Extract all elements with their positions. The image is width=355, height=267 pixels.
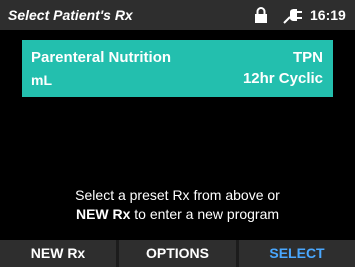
- screen-title: Select Patient's Rx: [8, 7, 133, 23]
- instruction-line-2: NEW Rx to enter a new program: [0, 205, 355, 224]
- plug-icon: [283, 9, 302, 24]
- clock-time: 16:19: [310, 7, 346, 23]
- softkey-bar: NEW Rx OPTIONS SELECT: [0, 240, 355, 267]
- rx-mode: 12hr Cyclic: [242, 70, 323, 87]
- instruction-text: Select a preset Rx from above or NEW Rx …: [0, 186, 355, 224]
- instruction-line-1: Select a preset Rx from above or: [75, 187, 280, 203]
- instruction-line-2-rest: to enter a new program: [130, 206, 280, 222]
- rx-unit: mL: [31, 72, 52, 88]
- rx-name: Parenteral Nutrition: [31, 49, 172, 66]
- instruction-new-rx-emphasis: NEW Rx: [75, 206, 131, 222]
- new-rx-button[interactable]: NEW Rx: [0, 240, 116, 267]
- lock-icon: [255, 7, 267, 23]
- options-button[interactable]: OPTIONS: [119, 240, 236, 267]
- select-button[interactable]: SELECT: [239, 240, 355, 267]
- screen: Select Patient's Rx 16:19 Parenteral Nut…: [0, 0, 355, 267]
- rx-item-parenteral-nutrition[interactable]: Parenteral Nutrition TPN mL 12hr Cyclic: [22, 40, 333, 97]
- status-bar: Select Patient's Rx 16:19: [0, 0, 355, 30]
- rx-type: TPN: [293, 49, 323, 66]
